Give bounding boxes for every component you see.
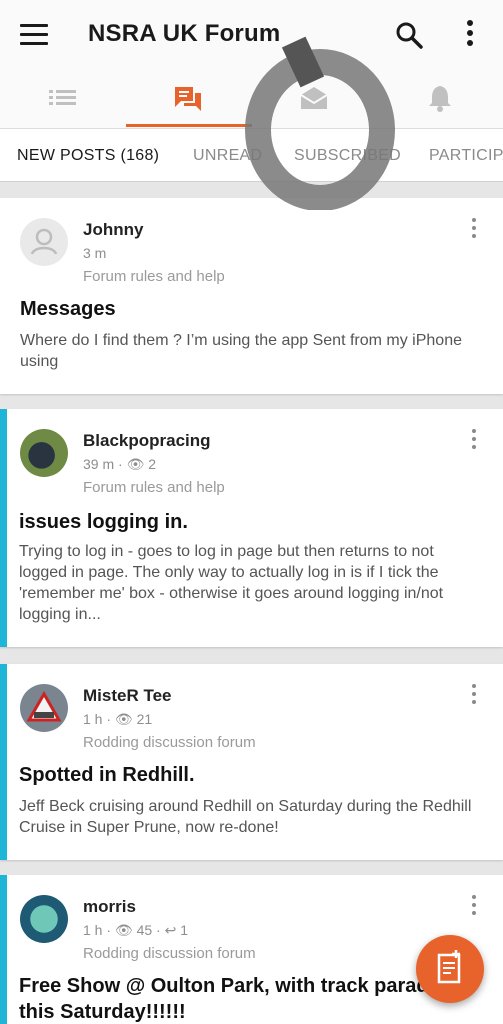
post-card[interactable]: Blackpopracing 39 m · 👁 2 Forum rules an… bbox=[0, 409, 503, 647]
app-bar: NSRA UK Forum bbox=[0, 0, 503, 72]
avatar[interactable] bbox=[20, 218, 68, 266]
post-card[interactable]: Johnny 3 m Forum rules and help Messages… bbox=[0, 198, 503, 394]
post-forum[interactable]: Forum rules and help bbox=[83, 268, 225, 285]
post-more-icon[interactable] bbox=[472, 684, 478, 708]
post-meta: 1 h · 👁 45 · ↩ 1 bbox=[83, 922, 188, 938]
tab-participated[interactable]: PARTICIPATED bbox=[429, 147, 503, 165]
tab-unread[interactable]: UNREAD bbox=[193, 147, 262, 165]
bell-icon[interactable] bbox=[424, 84, 456, 112]
post-forum[interactable]: Rodding discussion forum bbox=[83, 734, 256, 751]
post-meta: 1 h · 👁 21 bbox=[83, 711, 153, 727]
search-icon[interactable] bbox=[394, 20, 424, 50]
post-title[interactable]: issues logging in. bbox=[19, 511, 188, 534]
post-more-icon[interactable] bbox=[472, 895, 478, 919]
list-icon[interactable] bbox=[47, 84, 79, 112]
post-card[interactable]: MisteR Tee 1 h · 👁 21 Rodding discussion… bbox=[0, 664, 503, 860]
post-meta: 39 m · 👁 2 bbox=[83, 456, 157, 472]
post-excerpt: Jeff Beck cruising around Redhill on Sat… bbox=[19, 798, 472, 836]
more-vertical-icon[interactable] bbox=[462, 20, 478, 50]
avatar[interactable] bbox=[20, 684, 68, 732]
compose-icon bbox=[437, 950, 461, 984]
avatar[interactable] bbox=[20, 429, 68, 477]
post-meta: 3 m bbox=[83, 245, 107, 261]
avatar-image bbox=[26, 690, 62, 722]
tab-strip: NEW POSTS (168) UNREAD SUBSCRIBED PARTIC… bbox=[0, 128, 503, 182]
active-section-indicator bbox=[126, 124, 252, 127]
hamburger-menu-icon[interactable] bbox=[20, 24, 48, 48]
post-author[interactable]: Johnny bbox=[83, 220, 143, 240]
compose-button[interactable] bbox=[416, 935, 484, 1003]
post-title[interactable]: Spotted in Redhill. bbox=[19, 764, 195, 787]
post-excerpt: Trying to log in - goes to log in page b… bbox=[19, 543, 444, 623]
post-title[interactable]: Free Show @ Oulton Park, with track para… bbox=[19, 975, 440, 998]
tab-subscribed[interactable]: SUBSCRIBED bbox=[294, 147, 401, 165]
post-excerpt: Where do I find them ? I’m using the app… bbox=[20, 332, 462, 370]
app-title: NSRA UK Forum bbox=[88, 20, 281, 47]
post-title[interactable]: Messages bbox=[20, 298, 116, 321]
post-author[interactable]: Blackpopracing bbox=[83, 431, 211, 451]
user-placeholder-icon bbox=[30, 228, 58, 255]
post-forum[interactable]: Rodding discussion forum bbox=[83, 945, 256, 962]
post-forum[interactable]: Forum rules and help bbox=[83, 479, 225, 496]
tab-new-posts[interactable]: NEW POSTS (168) bbox=[17, 147, 159, 165]
avatar[interactable] bbox=[20, 895, 68, 943]
chat-icon[interactable] bbox=[172, 84, 204, 112]
post-more-icon[interactable] bbox=[472, 218, 478, 242]
envelope-icon[interactable] bbox=[298, 84, 330, 112]
post-title-line2[interactable]: this Saturday!!!!!! bbox=[19, 1001, 186, 1024]
post-more-icon[interactable] bbox=[472, 429, 478, 453]
post-author[interactable]: morris bbox=[83, 897, 136, 917]
post-author[interactable]: MisteR Tee bbox=[83, 686, 172, 706]
section-icon-bar bbox=[0, 72, 503, 128]
